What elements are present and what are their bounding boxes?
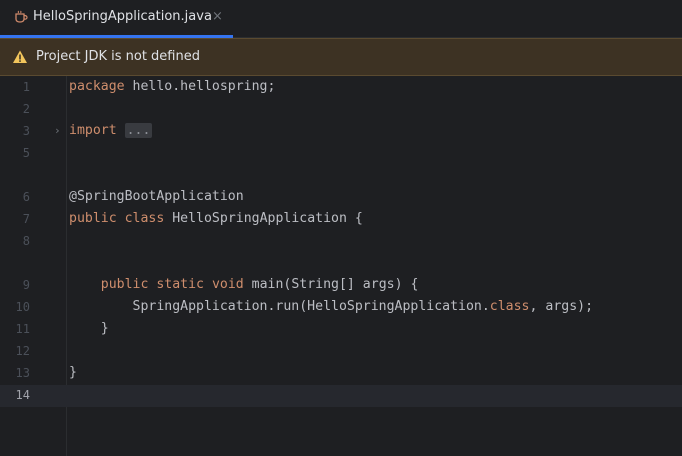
fold-chevron-icon[interactable]: ›	[54, 124, 61, 137]
code-line: 9 public static void main(String[] args)…	[0, 275, 682, 297]
line-number: 11	[15, 322, 30, 336]
code-token: HelloSpringApplication {	[164, 211, 363, 226]
keyword: package	[69, 79, 125, 94]
warning-icon	[13, 50, 27, 63]
folded-imports[interactable]: ...	[124, 123, 153, 138]
banner-message: Project JDK is not defined	[36, 49, 200, 64]
code-line: 10 SpringApplication.run(HelloSpringAppl…	[0, 297, 682, 319]
code-line: 11 }	[0, 319, 682, 341]
code-line: 2	[0, 99, 682, 121]
code-token: SpringApplication.run(HelloSpringApplica…	[69, 299, 490, 314]
keyword: class	[489, 299, 530, 314]
code-text: SpringApplication.run(HelloSpringApplica…	[69, 299, 594, 314]
code-text: public static void main(String[] args) {	[69, 277, 419, 292]
code-line: 8	[0, 231, 682, 253]
line-number: 5	[22, 146, 30, 160]
code-editor[interactable]: 1 package hello.hellospring; 2 3 › impor…	[0, 76, 682, 456]
keyword: import	[69, 123, 117, 138]
line-number: 2	[22, 102, 30, 116]
tab-label: HelloSpringApplication.java	[33, 9, 212, 24]
code-line: 1 package hello.hellospring;	[0, 77, 682, 99]
jdk-warning-banner: Project JDK is not defined	[0, 38, 682, 76]
code-text: }	[69, 321, 109, 336]
code-token: }	[69, 365, 77, 380]
code-line: 7 public class HelloSpringApplication {	[0, 209, 682, 231]
tab-hello-spring-application[interactable]: HelloSpringApplication.java ×	[0, 0, 233, 38]
keyword: void	[211, 277, 244, 292]
keyword: public	[69, 211, 117, 226]
code-text: package hello.hellospring;	[69, 79, 275, 94]
annotation: @SpringBootApplication	[69, 189, 244, 204]
line-number: 6	[22, 190, 30, 204]
code-line: 5	[0, 143, 682, 165]
code-line: 6 @SpringBootApplication	[0, 187, 682, 209]
code-token: }	[69, 321, 109, 336]
code-text: @SpringBootApplication	[69, 189, 244, 204]
close-icon[interactable]: ×	[212, 9, 223, 24]
code-token: main(String[] args) {	[243, 277, 419, 292]
code-text: }	[69, 365, 77, 380]
java-file-icon	[15, 10, 28, 23]
code-token: , args);	[529, 299, 594, 314]
line-number: 10	[15, 300, 30, 314]
code-text: import ...	[69, 123, 153, 138]
code-line: 3 › import ...	[0, 121, 682, 143]
code-token: hello.hellospring;	[124, 79, 276, 94]
line-number: 9	[22, 278, 30, 292]
code-text: public class HelloSpringApplication {	[69, 211, 363, 226]
code-line: 12	[0, 341, 682, 363]
line-number: 12	[15, 344, 30, 358]
line-number: 14	[15, 388, 30, 402]
code-line: 13 }	[0, 363, 682, 385]
line-number: 3	[22, 124, 30, 138]
keyword: static	[156, 277, 204, 292]
current-code-line[interactable]: 14	[0, 385, 682, 407]
keyword: public	[100, 277, 149, 292]
line-number: 8	[22, 234, 30, 248]
line-number: 7	[22, 212, 30, 226]
line-number: 1	[22, 80, 30, 94]
keyword: class	[124, 211, 165, 226]
editor-tab-bar: HelloSpringApplication.java ×	[0, 0, 682, 38]
line-number: 13	[15, 366, 30, 380]
